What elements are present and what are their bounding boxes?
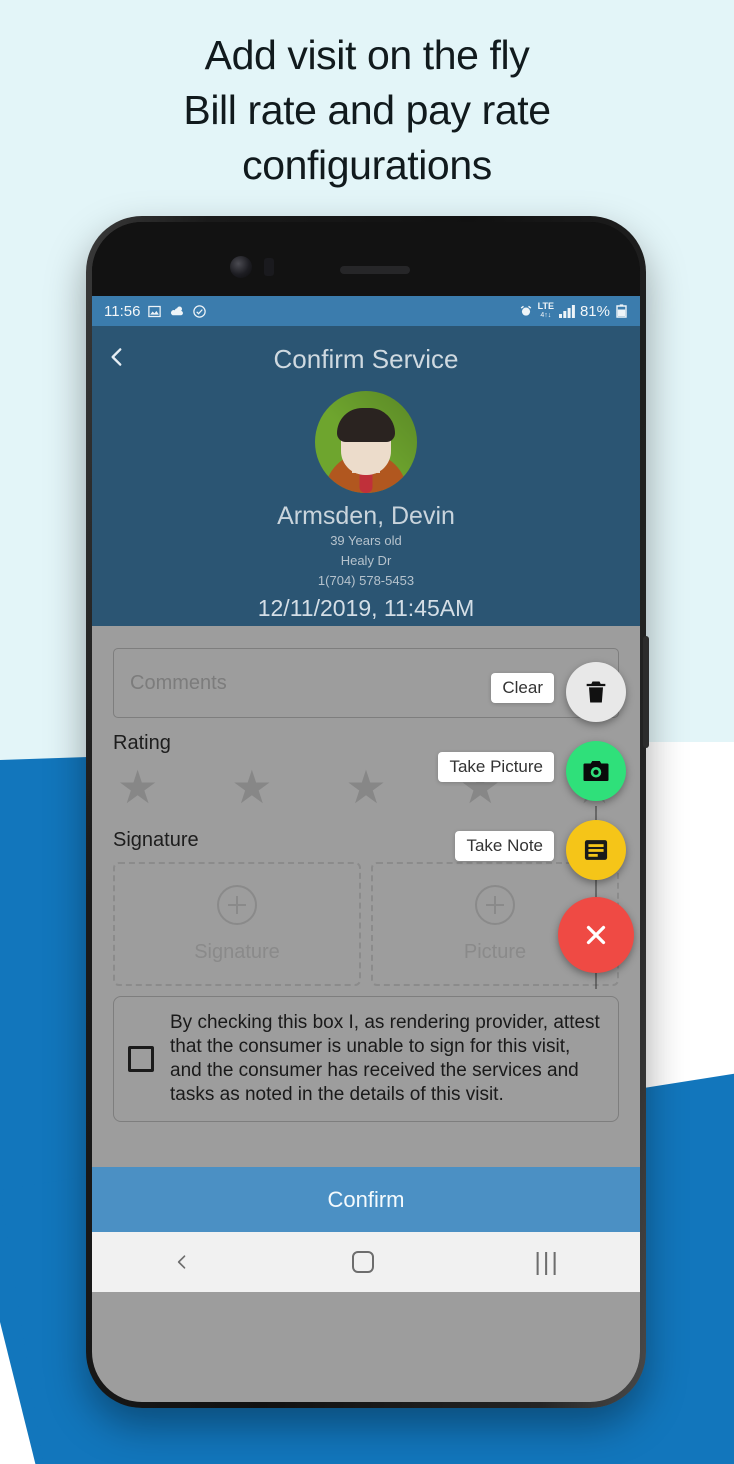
phone-power-button — [643, 636, 649, 748]
signature-row: Signature Picture — [113, 862, 619, 986]
promo-headline: Add visit on the fly Bill rate and pay r… — [0, 28, 734, 193]
status-bar-time: 11:56 — [104, 302, 141, 320]
headline-line-1: Add visit on the fly — [204, 32, 530, 78]
promo-screenshot: Add visit on the fly Bill rate and pay r… — [0, 0, 734, 1464]
app-screen: 11:56 LTE 4↑↓ 81% Confirm Service Armsde… — [92, 296, 640, 1402]
check-circle-icon — [192, 304, 207, 319]
clear-label[interactable]: Clear — [491, 673, 554, 703]
close-icon — [586, 925, 606, 945]
patient-address: Healy Dr — [340, 553, 392, 568]
nav-back-icon[interactable] — [172, 1251, 192, 1273]
take-picture-label[interactable]: Take Picture — [438, 752, 554, 782]
battery-icon — [615, 304, 628, 318]
phone-top-bezel — [92, 222, 640, 296]
comments-placeholder: Comments — [130, 671, 227, 694]
signature-zone-label: Signature — [194, 940, 280, 963]
avatar — [315, 391, 417, 493]
nav-recents-icon[interactable]: ||| — [534, 1250, 559, 1275]
image-icon — [147, 304, 162, 319]
page-title: Confirm Service — [273, 344, 459, 374]
rating-star-3[interactable]: ★ — [345, 759, 386, 815]
take-picture-button[interactable] — [566, 741, 626, 801]
visit-datetime: 12/11/2019, 11:45AM — [257, 595, 475, 621]
plus-circle-icon — [217, 884, 257, 925]
alarm-icon — [519, 304, 533, 318]
home-square-icon — [352, 1251, 375, 1273]
patient-phone: 1(704) 578-5453 — [317, 573, 415, 588]
close-fab-button[interactable] — [558, 897, 634, 973]
headline-line-2: Bill rate and pay rate — [183, 87, 551, 133]
phone-screen-bezel: 11:56 LTE 4↑↓ 81% Confirm Service Armsde… — [92, 222, 640, 1402]
weather-icon — [169, 304, 185, 319]
rating-star-1[interactable]: ★ — [117, 759, 158, 815]
attestation-checkbox[interactable] — [128, 1046, 154, 1072]
proximity-sensor-icon — [264, 258, 274, 276]
clear-button[interactable] — [566, 662, 626, 722]
status-bar: 11:56 LTE 4↑↓ 81% — [92, 296, 640, 326]
app-header: Confirm Service Armsden, Devin 39 Years … — [92, 326, 640, 626]
android-nav-bar: ||| — [92, 1232, 640, 1292]
trash-icon — [586, 681, 606, 703]
earpiece-speaker — [340, 266, 410, 274]
take-note-label[interactable]: Take Note — [455, 831, 554, 861]
form-body: Comments Rating ★ ★ ★ ★ ★ Signature — [92, 626, 640, 1167]
signal-bars-icon — [558, 304, 575, 318]
patient-age: 39 Years old — [330, 533, 402, 548]
phone-mockup: 11:56 LTE 4↑↓ 81% Confirm Service Armsde… — [86, 216, 649, 1408]
status-bar-right-group: LTE 4↑↓ 81% — [519, 302, 628, 320]
back-button[interactable] — [104, 344, 130, 370]
signature-drop-zone[interactable]: Signature — [113, 862, 361, 986]
take-note-button[interactable] — [566, 820, 626, 880]
attestation-box: By checking this box I, as rendering pro… — [113, 996, 619, 1122]
front-camera-icon — [230, 256, 252, 278]
camera-icon — [583, 761, 609, 781]
attestation-text: By checking this box I, as rendering pro… — [170, 1012, 600, 1105]
nav-home-icon[interactable] — [352, 1251, 375, 1273]
patient-name: Armsden, Devin — [277, 502, 455, 530]
network-type-label: LTE 4↑↓ — [537, 301, 554, 320]
battery-percent-label: 81% — [579, 302, 610, 320]
note-icon — [584, 840, 608, 860]
rating-star-2[interactable]: ★ — [231, 759, 272, 815]
picture-zone-label: Picture — [463, 940, 527, 963]
confirm-button[interactable]: Confirm — [92, 1167, 640, 1232]
headline-line-3: configurations — [242, 142, 492, 188]
plus-circle-icon — [475, 884, 515, 925]
